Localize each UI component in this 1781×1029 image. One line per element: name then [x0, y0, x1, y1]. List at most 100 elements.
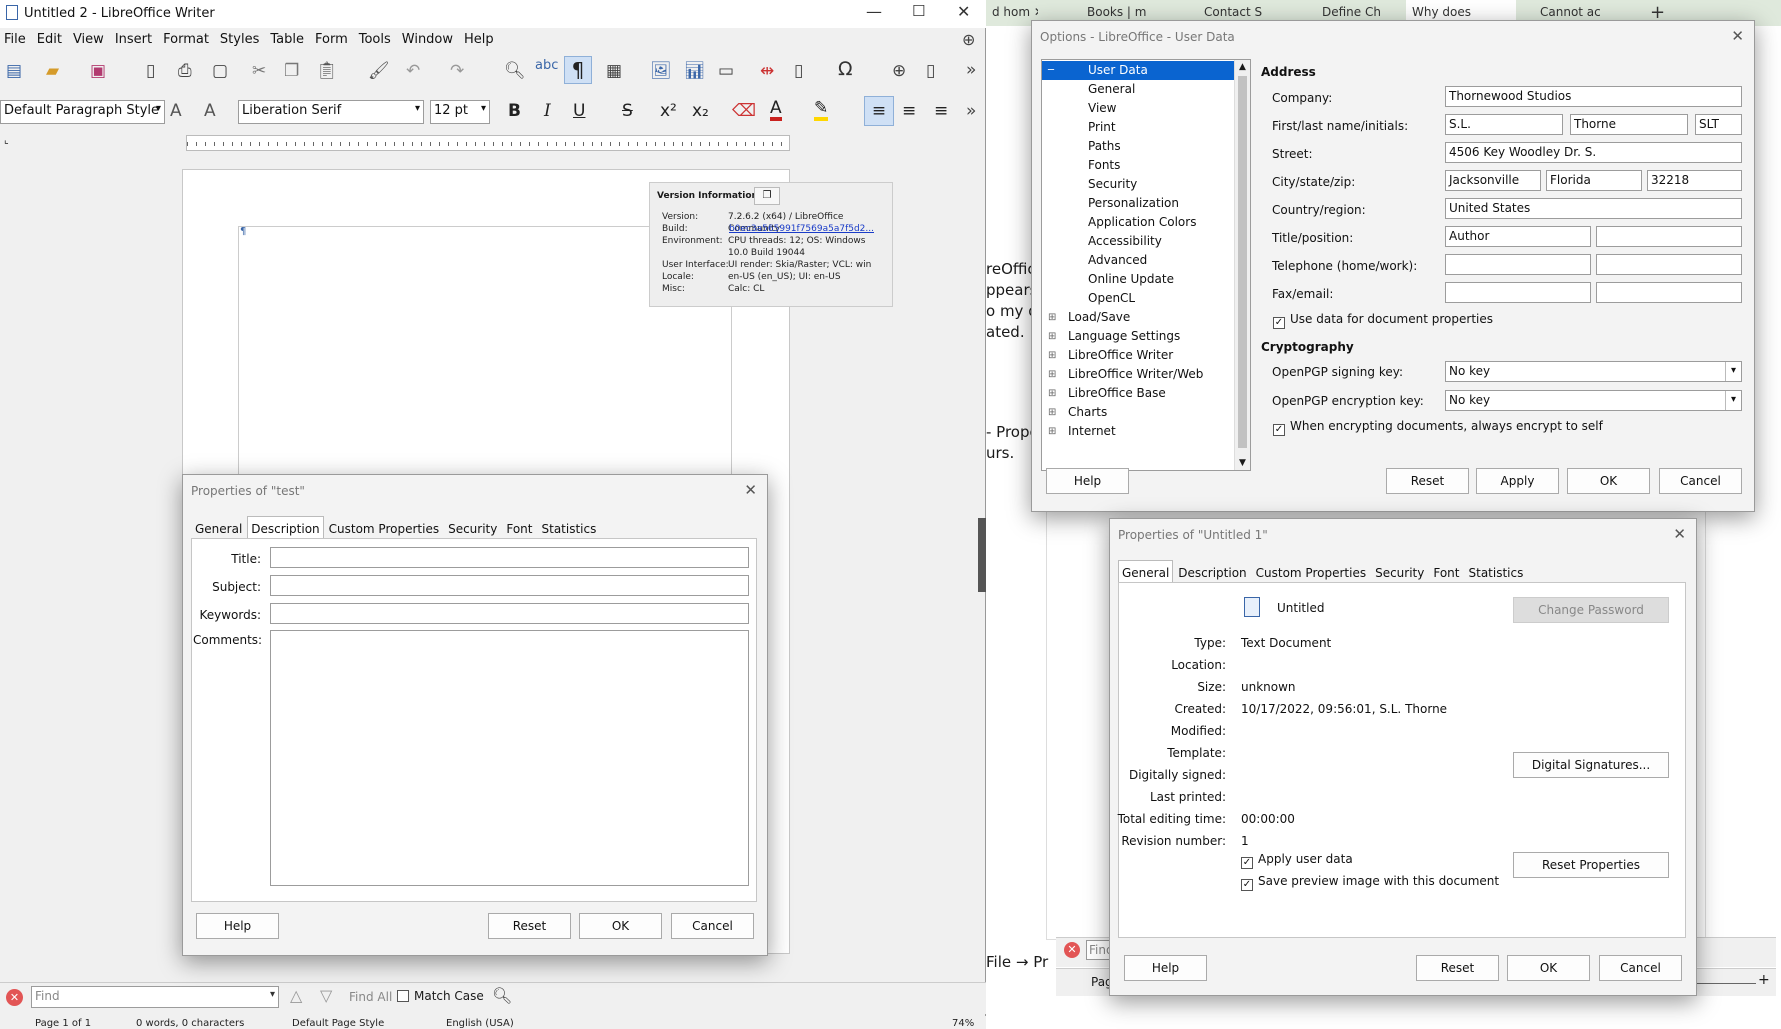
tab-security[interactable]: Security: [1371, 560, 1428, 584]
scroll-thumb[interactable]: [1238, 76, 1247, 448]
cut-icon[interactable]: ✂: [252, 61, 266, 81]
digital-signatures-button[interactable]: Digital Signatures...: [1513, 752, 1669, 778]
subject-input[interactable]: [270, 575, 749, 596]
menu-table[interactable]: Table: [266, 28, 311, 52]
open-folder-icon[interactable]: ▰: [46, 61, 59, 81]
clear-formatting-icon[interactable]: ⌫: [732, 101, 756, 121]
expand-icon[interactable]: ⊞: [1048, 403, 1056, 422]
change-password-button[interactable]: Change Password: [1513, 597, 1669, 623]
encryption-key-select[interactable]: No key ▾: [1445, 390, 1742, 411]
close-icon[interactable]: ✕: [1673, 525, 1686, 543]
superscript-icon[interactable]: x²: [660, 101, 677, 121]
build-link[interactable]: b0ec3a565991f7569a5a7f5d2...: [729, 223, 874, 235]
ok-button[interactable]: OK: [1567, 468, 1650, 494]
zoom-in-icon[interactable]: +: [1758, 972, 1770, 988]
align-left-icon[interactable]: ≡: [864, 96, 894, 126]
find-replace-dialog-icon[interactable]: 🔍︎: [492, 986, 512, 1005]
expand-icon[interactable]: ⊞: [1048, 422, 1056, 441]
sidebar-collapse-handle[interactable]: [978, 518, 986, 592]
undo-icon[interactable]: ↶: [406, 61, 420, 81]
last-name-input[interactable]: Thorne: [1570, 114, 1688, 135]
comments-textarea[interactable]: [270, 630, 749, 886]
tree-item[interactable]: ─ User Data: [1042, 61, 1234, 80]
new-document-icon[interactable]: ▤: [6, 61, 22, 81]
zip-input[interactable]: 32218: [1647, 170, 1742, 191]
use-data-checkbox[interactable]: ✓ Use data for document properties: [1273, 312, 1493, 329]
insert-table-icon[interactable]: ▦: [606, 61, 622, 81]
insert-chart-icon[interactable]: 📊︎: [684, 61, 706, 81]
close-find-icon[interactable]: ✕: [6, 989, 23, 1006]
cancel-button[interactable]: Cancel: [1659, 468, 1742, 494]
expand-icon[interactable]: ⊞: [1048, 365, 1056, 384]
expand-icon[interactable]: ⊞: [1048, 384, 1056, 403]
country-input[interactable]: United States: [1445, 198, 1742, 219]
tree-item[interactable]: ⊞ LibreOffice Writer: [1042, 346, 1234, 365]
help-button[interactable]: Help: [1124, 955, 1207, 981]
align-center-icon[interactable]: ≡: [902, 101, 916, 121]
menu-format[interactable]: Format: [159, 28, 216, 52]
reset-button[interactable]: Reset: [1386, 468, 1469, 494]
tree-item[interactable]: OpenCL: [1042, 289, 1234, 308]
tab-security[interactable]: Security: [444, 516, 501, 540]
status-page-style[interactable]: Default Page Style: [292, 1018, 384, 1029]
close-find-icon[interactable]: ✕: [1064, 942, 1080, 958]
apply-button[interactable]: Apply: [1476, 468, 1559, 494]
insert-textbox-icon[interactable]: ▭: [718, 61, 734, 81]
ok-button[interactable]: OK: [1507, 955, 1590, 981]
clone-formatting-icon[interactable]: 🖌︎: [368, 61, 390, 81]
tree-item[interactable]: Paths: [1042, 137, 1234, 156]
spelling-icon[interactable]: abc: [535, 58, 558, 73]
reset-button[interactable]: Reset: [1416, 955, 1499, 981]
tab-statistics[interactable]: Statistics: [538, 516, 601, 540]
special-character-icon[interactable]: Ω: [838, 58, 853, 80]
tab-description[interactable]: Description: [247, 516, 324, 540]
minimize-button[interactable]: —: [866, 2, 882, 21]
scroll-up-icon[interactable]: ▲: [1235, 60, 1250, 72]
work-phone-input[interactable]: [1596, 254, 1742, 275]
position-input[interactable]: [1596, 226, 1742, 247]
email-input[interactable]: [1596, 282, 1742, 303]
keywords-input[interactable]: [270, 603, 749, 624]
tree-item[interactable]: Print: [1042, 118, 1234, 137]
tree-item[interactable]: Online Update: [1042, 270, 1234, 289]
menu-help[interactable]: Help: [460, 28, 501, 52]
menu-tools[interactable]: Tools: [355, 28, 398, 52]
scroll-down-icon[interactable]: ▼: [1239, 458, 1246, 468]
find-replace-icon[interactable]: 🔍︎: [504, 61, 526, 81]
home-phone-input[interactable]: [1445, 254, 1591, 275]
tab-font[interactable]: Font: [502, 516, 536, 540]
horizontal-ruler[interactable]: [186, 135, 790, 151]
apply-user-data-checkbox[interactable]: ✓ Apply user data: [1241, 852, 1353, 869]
menu-file[interactable]: File: [0, 28, 33, 52]
close-icon[interactable]: ✕: [1731, 27, 1744, 45]
highlight-color-icon[interactable]: ✎: [814, 99, 829, 121]
status-language[interactable]: English (USA): [446, 1018, 514, 1029]
find-input[interactable]: Find ▾: [31, 986, 279, 1008]
tree-item[interactable]: ⊞ LibreOffice Base: [1042, 384, 1234, 403]
menu-styles[interactable]: Styles: [216, 28, 266, 52]
first-name-input[interactable]: S.L.: [1445, 114, 1563, 135]
copy-version-icon[interactable]: ❐: [754, 187, 780, 205]
title-input[interactable]: Author: [1445, 226, 1591, 247]
menu-edit[interactable]: Edit: [33, 28, 69, 52]
tree-item[interactable]: ⊞ Load/Save: [1042, 308, 1234, 327]
help-button[interactable]: Help: [1046, 468, 1129, 494]
reset-button[interactable]: Reset: [488, 913, 571, 939]
tree-item[interactable]: General: [1042, 80, 1234, 99]
font-color-icon[interactable]: A: [770, 99, 782, 121]
title-input[interactable]: [270, 547, 749, 568]
cancel-button[interactable]: Cancel: [1599, 955, 1682, 981]
help-button[interactable]: Help: [196, 913, 279, 939]
menu-insert[interactable]: Insert: [111, 28, 159, 52]
encrypt-to-self-checkbox[interactable]: ✓ When encrypting documents, always encry…: [1273, 419, 1603, 436]
font-name-select[interactable]: Liberation Serif ▾: [238, 100, 424, 124]
find-all-button[interactable]: Find All: [349, 990, 392, 1004]
signing-key-select[interactable]: No key ▾: [1445, 361, 1742, 382]
expand-icon[interactable]: ⊞: [1048, 327, 1056, 346]
tree-item[interactable]: Advanced: [1042, 251, 1234, 270]
print-icon[interactable]: ⎙: [178, 61, 192, 81]
copy-icon[interactable]: ❐: [284, 61, 299, 81]
new-style-icon[interactable]: A: [204, 101, 216, 121]
tree-item[interactable]: Accessibility: [1042, 232, 1234, 251]
tree-item[interactable]: View: [1042, 99, 1234, 118]
